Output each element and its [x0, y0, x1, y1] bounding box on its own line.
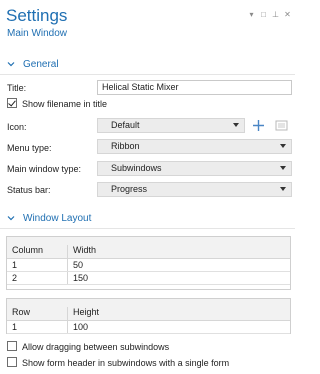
dropdown-arrow-icon	[280, 187, 286, 191]
icon-label: Icon:	[7, 122, 27, 132]
divider	[0, 228, 295, 229]
main-window-type-select[interactable]: Subwindows	[97, 161, 292, 176]
show-form-header-label: Show form header in subwindows with a si…	[22, 358, 230, 368]
table-cell[interactable]: 2	[7, 272, 68, 284]
general-section-label: General	[23, 58, 59, 70]
main-window-type-label: Main window type:	[7, 164, 82, 174]
general-section-header[interactable]: General	[0, 55, 295, 73]
rows-table: Row Height 1 100	[6, 298, 291, 334]
table-header: Row Height	[7, 299, 290, 321]
table-row[interactable]: 1 100	[7, 321, 290, 334]
window-controls: ▾ □ ⊥ ✕	[248, 10, 291, 19]
width-header[interactable]: Width	[68, 245, 290, 258]
columns-table: Column Width 1 50 2 150	[6, 236, 291, 290]
icon-select[interactable]: Default	[97, 118, 245, 133]
title-label: Title:	[7, 83, 27, 93]
show-form-header-checkbox[interactable]	[7, 357, 17, 367]
dropdown-arrow-icon	[233, 123, 239, 127]
table-cell[interactable]: 100	[68, 321, 290, 333]
table-cell[interactable]: 1	[7, 259, 68, 271]
page-title: Settings	[6, 6, 68, 25]
window-layout-section-label: Window Layout	[23, 212, 92, 224]
menu-type-value: Ribbon	[111, 141, 140, 151]
row-header[interactable]: Row	[7, 307, 68, 320]
dropdown-arrow-icon	[280, 144, 286, 148]
main-window-type-value: Subwindows	[111, 163, 162, 173]
menu-type-select[interactable]: Ribbon	[97, 139, 292, 154]
add-icon[interactable]	[251, 118, 266, 133]
table-cell[interactable]: 1	[7, 321, 68, 333]
icon-select-value: Default	[111, 120, 140, 130]
settings-header: Settings Main Window ▾ □ ⊥ ✕	[0, 0, 295, 44]
table-cell[interactable]: 50	[68, 259, 290, 271]
table-header: Column Width	[7, 237, 290, 259]
page-subtitle: Main Window	[7, 28, 68, 39]
chevron-down-icon	[7, 62, 15, 67]
status-bar-label: Status bar:	[7, 185, 51, 195]
table-row[interactable]: 1 50	[7, 259, 290, 272]
menu-type-label: Menu type:	[7, 143, 52, 153]
table-row[interactable]: 2 150	[7, 272, 290, 285]
show-filename-checkbox[interactable]	[7, 98, 17, 108]
pin-icon[interactable]: ⊥	[272, 10, 279, 19]
status-bar-value: Progress	[111, 184, 148, 194]
divider	[0, 74, 295, 75]
table-cell[interactable]: 150	[68, 272, 290, 284]
status-bar-select[interactable]: Progress	[97, 182, 292, 197]
dropdown-arrow-icon	[280, 166, 286, 170]
maximize-icon[interactable]: □	[260, 10, 267, 19]
height-header[interactable]: Height	[68, 307, 290, 320]
allow-dragging-checkbox[interactable]	[7, 341, 17, 351]
allow-dragging-label: Allow dragging between subwindows	[22, 342, 170, 352]
show-filename-label: Show filename in title	[22, 99, 108, 109]
dropdown-menu-icon[interactable]: ▾	[248, 10, 255, 19]
chevron-down-icon	[7, 216, 15, 221]
title-field[interactable]: Helical Static Mixer	[97, 80, 292, 95]
image-icon[interactable]	[274, 118, 289, 133]
window-layout-section-header[interactable]: Window Layout	[0, 209, 295, 227]
close-icon[interactable]: ✕	[284, 10, 291, 19]
column-header[interactable]: Column	[7, 245, 68, 258]
